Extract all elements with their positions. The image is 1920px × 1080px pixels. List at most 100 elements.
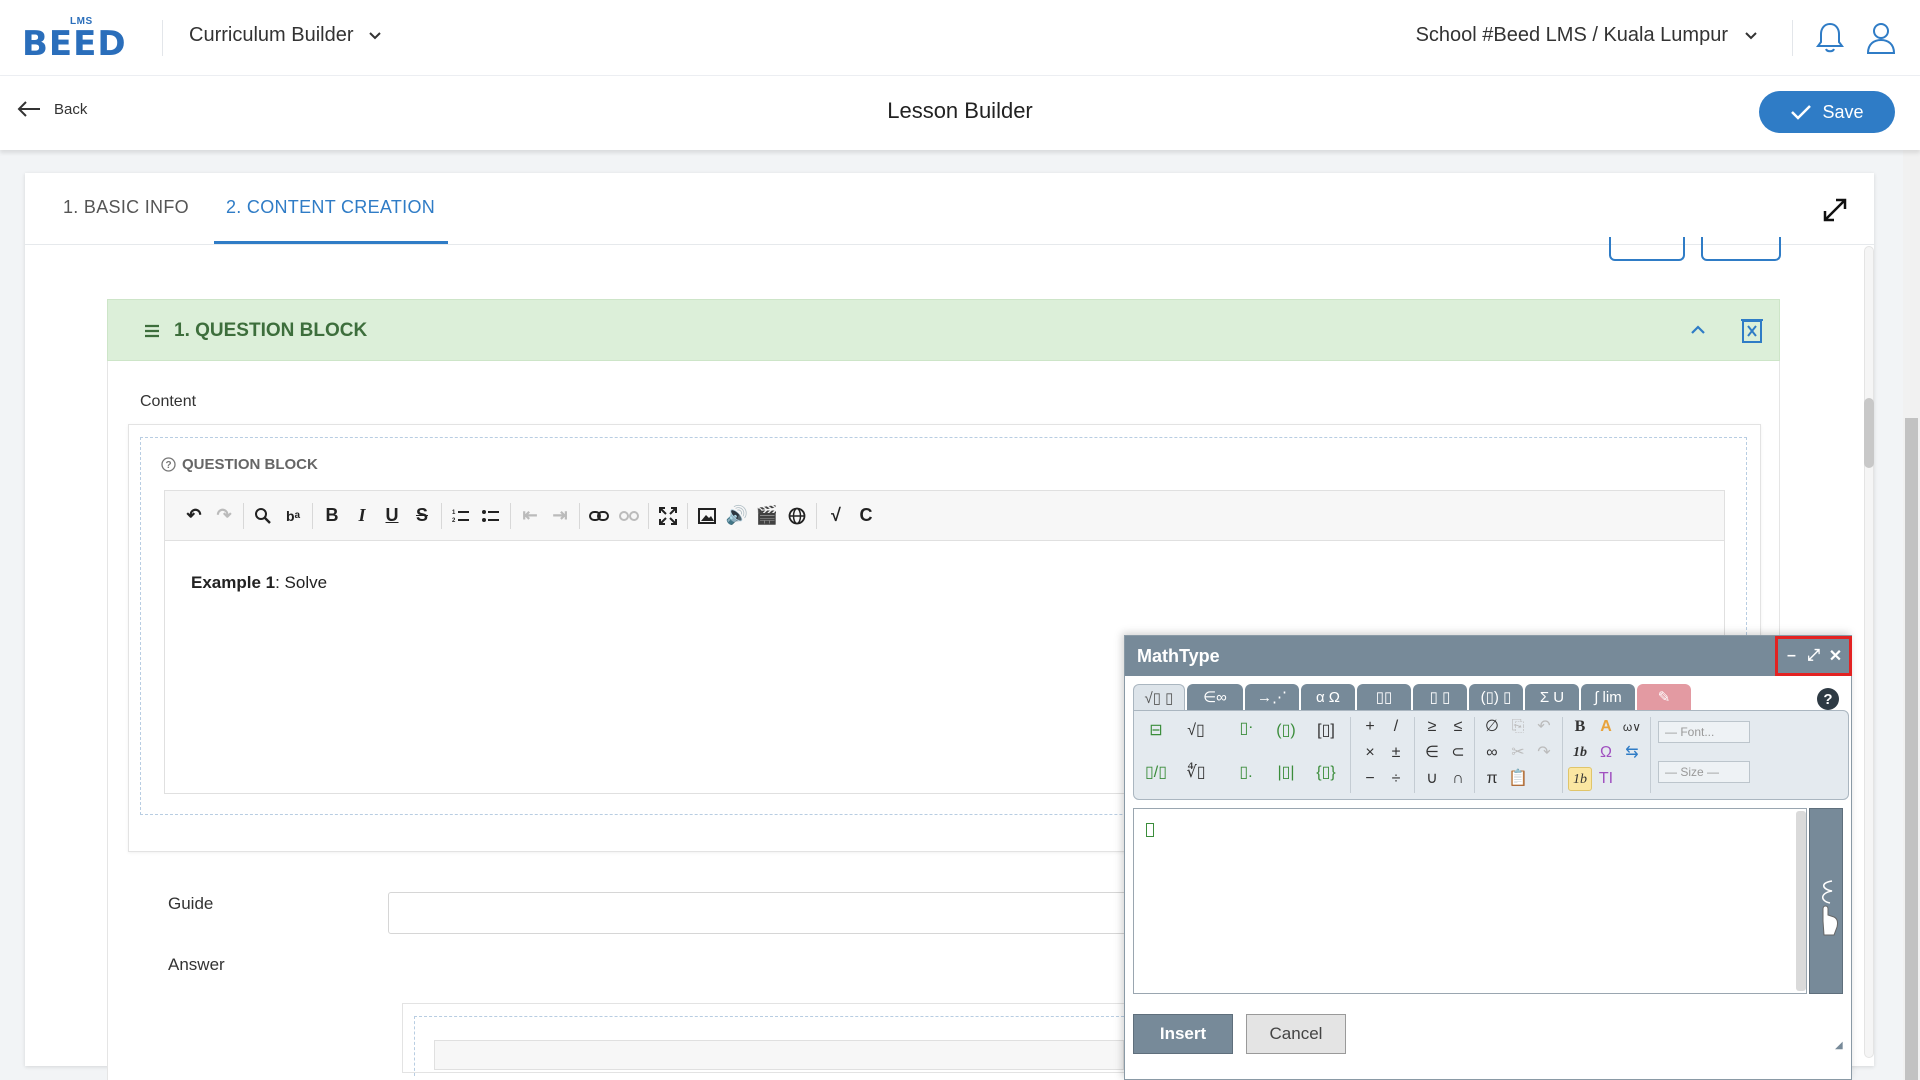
formula-scrollbar[interactable] [1796, 811, 1806, 991]
outdent-icon[interactable]: ⇤ [515, 501, 545, 531]
rtl-icon[interactable]: ⇆ [1620, 741, 1644, 765]
divide-icon[interactable]: ÷ [1384, 767, 1408, 791]
italic-icon[interactable]: 1b [1568, 741, 1592, 765]
tab-scripts[interactable]: ▯ ▯ [1413, 684, 1467, 710]
element-of-icon[interactable]: ∈ [1420, 741, 1444, 765]
mathtype-titlebar[interactable]: MathType – ⤢ ✕ [1125, 636, 1852, 676]
greater-equal-icon[interactable]: ≥ [1420, 715, 1444, 739]
tab-handwriting[interactable]: ✎ [1637, 684, 1691, 710]
infinity-icon[interactable]: ∞ [1480, 741, 1504, 765]
close-icon[interactable]: ✕ [1828, 646, 1844, 666]
tab-general[interactable]: √▯ ▯ [1133, 684, 1185, 710]
plus-icon[interactable]: + [1358, 715, 1382, 739]
less-equal-icon[interactable]: ≤ [1446, 715, 1470, 739]
text-mode-icon[interactable]: TI [1594, 767, 1618, 791]
strikethrough-icon[interactable]: S [407, 501, 437, 531]
image-icon[interactable] [692, 501, 722, 531]
union-icon[interactable]: ∪ [1420, 767, 1444, 791]
cut-icon[interactable]: ✂ [1506, 741, 1530, 765]
omega-icon[interactable]: Ω [1594, 741, 1618, 765]
bevelled-fraction-icon[interactable]: ▯/▯ [1144, 761, 1168, 785]
tab-basic-info[interactable]: 1. BASIC INFO [63, 197, 189, 218]
special-chars-icon[interactable]: ω∨ [1620, 715, 1644, 739]
intersection-icon[interactable]: ∩ [1446, 767, 1470, 791]
parentheses-icon[interactable]: (▯) [1274, 719, 1298, 743]
minimize-icon[interactable]: – [1784, 647, 1800, 665]
minus-icon[interactable]: − [1358, 767, 1382, 791]
times-icon[interactable]: × [1358, 741, 1382, 765]
superscript-icon[interactable]: ▯ᐧ [1234, 717, 1258, 741]
fraction-icon[interactable]: ⊟ [1144, 719, 1168, 743]
link-icon[interactable] [584, 501, 614, 531]
save-button[interactable]: Save [1759, 91, 1895, 133]
nth-root-icon[interactable]: ∜▯ [1184, 761, 1208, 785]
bold-icon[interactable]: B [317, 501, 347, 531]
subset-icon[interactable]: ⊂ [1446, 741, 1470, 765]
tab-calculus[interactable]: ∫ lim [1581, 684, 1635, 710]
partial-button[interactable] [1701, 237, 1781, 261]
underline-icon[interactable]: U [377, 501, 407, 531]
maximize-icon[interactable]: ⤢ [1806, 647, 1822, 665]
indent-icon[interactable]: ⇥ [545, 501, 575, 531]
italic-selected-icon[interactable]: 1b [1568, 767, 1592, 791]
numbered-list-icon[interactable]: 12 [446, 501, 476, 531]
braces-icon[interactable]: {▯} [1314, 761, 1338, 785]
chevron-up-icon[interactable] [1688, 320, 1708, 340]
school-dropdown[interactable]: School #Beed LMS / Kuala Lumpur [1416, 24, 1758, 47]
card-scrollbar-thumb[interactable] [1864, 398, 1874, 468]
undo-icon[interactable]: ↶ [179, 501, 209, 531]
bell-icon[interactable] [1814, 20, 1846, 56]
replace-icon[interactable]: ba [278, 501, 308, 531]
size-dropdown[interactable]: — Size — [1658, 761, 1750, 783]
guide-input[interactable] [388, 892, 1128, 934]
tab-symbols[interactable]: ∈∞ [1187, 684, 1243, 710]
fullscreen-icon[interactable] [653, 501, 683, 531]
empty-set-icon[interactable]: ∅ [1480, 715, 1504, 739]
font-dropdown[interactable]: — Font... [1658, 721, 1750, 743]
slash-icon[interactable]: / [1384, 715, 1408, 739]
insert-button[interactable]: Insert [1133, 1014, 1233, 1054]
tab-content-creation[interactable]: 2. CONTENT CREATION [226, 197, 435, 218]
unlink-icon[interactable] [614, 501, 644, 531]
italic-icon[interactable]: I [347, 501, 377, 531]
cancel-button[interactable]: Cancel [1246, 1014, 1346, 1054]
paste-icon[interactable]: 📋 [1506, 767, 1530, 791]
plus-minus-icon[interactable]: ± [1384, 741, 1408, 765]
video-icon[interactable]: 🎬 [752, 501, 782, 531]
handwriting-panel[interactable] [1809, 808, 1843, 994]
absolute-value-icon[interactable]: |▯| [1274, 761, 1298, 785]
tab-arrows[interactable]: →⋰ [1245, 684, 1299, 710]
module-dropdown[interactable]: Curriculum Builder [189, 24, 382, 47]
card-scrollbar[interactable] [1864, 246, 1874, 1058]
bullet-list-icon[interactable] [476, 501, 506, 531]
redo-icon[interactable]: ↷ [1532, 741, 1556, 765]
formula-editor[interactable] [1133, 808, 1807, 994]
chemtype-icon[interactable]: C [851, 501, 881, 531]
user-icon[interactable] [1865, 20, 1897, 56]
help-icon[interactable]: ? [1817, 688, 1839, 710]
bold-icon[interactable]: B [1568, 715, 1592, 739]
redo-icon[interactable]: ↷ [209, 501, 239, 531]
square-root-icon[interactable]: √▯ [1184, 719, 1208, 743]
tab-matrices[interactable]: ▯▯ [1357, 684, 1411, 710]
subscript-icon[interactable]: ▯. [1234, 761, 1258, 785]
audio-icon[interactable]: 🔊 [722, 501, 752, 531]
resize-handle-icon[interactable]: ◢ [1835, 1040, 1843, 1051]
delete-block-icon[interactable] [1740, 316, 1764, 344]
mathtype-icon[interactable]: √ [821, 501, 851, 531]
expand-icon[interactable] [1822, 197, 1848, 223]
tab-greek[interactable]: α Ω [1301, 684, 1355, 710]
partial-button[interactable] [1609, 237, 1685, 261]
page-scrollbar-thumb[interactable] [1905, 418, 1918, 1080]
undo-icon[interactable]: ↶ [1532, 715, 1556, 739]
color-icon[interactable]: A [1594, 715, 1618, 739]
tab-decorations[interactable]: (▯) ▯ [1469, 684, 1523, 710]
brackets-icon[interactable]: [▯] [1314, 719, 1338, 743]
tab-big-operators[interactable]: Σ U [1525, 684, 1579, 710]
pi-icon[interactable]: π [1480, 767, 1504, 791]
search-icon[interactable] [248, 501, 278, 531]
beed-logo[interactable]: LMS BEED [22, 16, 126, 64]
drag-handle-icon[interactable] [144, 324, 160, 338]
copy-icon[interactable]: ⎘ [1506, 715, 1530, 739]
globe-icon[interactable] [782, 501, 812, 531]
